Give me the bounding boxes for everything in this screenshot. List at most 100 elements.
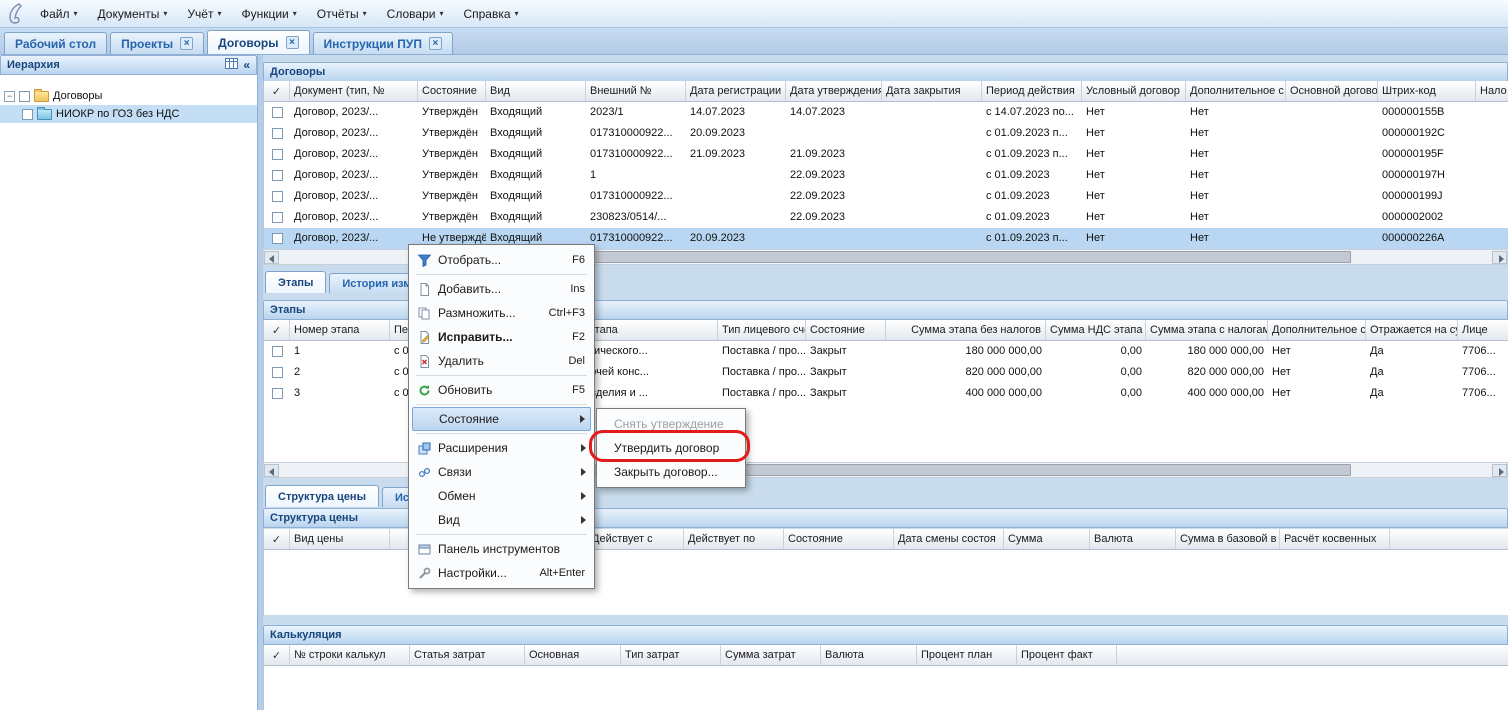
- column-header[interactable]: Дополнительное с: [1268, 320, 1366, 340]
- row-checkbox[interactable]: [272, 367, 283, 378]
- column-header[interactable]: Документ (тип, №: [290, 81, 418, 101]
- column-header[interactable]: Дата закрытия: [882, 81, 982, 101]
- menubar-item[interactable]: Функции▾: [231, 0, 306, 27]
- column-header[interactable]: Сумма этапа без налогов: [886, 320, 1046, 340]
- menubar-item[interactable]: Словари▾: [377, 0, 454, 27]
- column-header[interactable]: Сумма НДС этапа: [1046, 320, 1146, 340]
- table-row[interactable]: Договор, 2023/...УтверждёнВходящий230823…: [264, 207, 1508, 228]
- column-header[interactable]: № строки калькул: [290, 645, 410, 665]
- column-header[interactable]: Сумма в базовой в: [1176, 529, 1280, 549]
- menu-item-filter[interactable]: Отобрать...F6: [412, 248, 591, 272]
- hierarchy-view-icon[interactable]: [225, 58, 238, 72]
- menubar-item[interactable]: Справка▾: [453, 0, 528, 27]
- column-header[interactable]: Номер этапа: [290, 320, 390, 340]
- row-checkbox[interactable]: [272, 128, 283, 139]
- menu-item-toolbar[interactable]: Панель инструментов: [412, 537, 591, 561]
- collapse-panel-icon[interactable]: «: [243, 58, 250, 72]
- row-checkbox[interactable]: [272, 191, 283, 202]
- tab-close-icon[interactable]: ×: [286, 36, 299, 49]
- submenu-item-close-contract[interactable]: Закрыть договор...: [600, 460, 742, 484]
- column-header[interactable]: ✓: [264, 645, 290, 665]
- column-header[interactable]: Дата регистрации: [686, 81, 786, 101]
- submenu-item-approve-contract[interactable]: Утвердить договор: [600, 436, 742, 460]
- tree-checkbox[interactable]: [22, 109, 33, 120]
- tab-stages[interactable]: Этапы: [265, 271, 326, 293]
- column-header[interactable]: Расчёт косвенных: [1280, 529, 1390, 549]
- row-checkbox[interactable]: [272, 388, 283, 399]
- scroll-right-arrow-icon[interactable]: [1492, 464, 1507, 477]
- menu-item-links[interactable]: Связи: [412, 460, 591, 484]
- menubar-item[interactable]: Файл▾: [30, 0, 88, 27]
- menu-item-settings[interactable]: Настройки...Alt+Enter: [412, 561, 591, 585]
- menubar-item[interactable]: Документы▾: [88, 0, 178, 27]
- menu-item-edit[interactable]: Исправить...F2: [412, 325, 591, 349]
- column-header[interactable]: Вид цены: [290, 529, 390, 549]
- column-header[interactable]: ✓: [264, 81, 290, 101]
- row-checkbox[interactable]: [272, 346, 283, 357]
- menubar-item[interactable]: Учёт▾: [177, 0, 231, 27]
- menu-item-refresh[interactable]: ОбновитьF5: [412, 378, 591, 402]
- column-header[interactable]: Период действия: [982, 81, 1082, 101]
- table-row[interactable]: Договор, 2023/...УтверждёнВходящий017310…: [264, 123, 1508, 144]
- tab-close-icon[interactable]: ×: [429, 37, 442, 50]
- scroll-left-arrow-icon[interactable]: [264, 464, 279, 477]
- column-header[interactable]: Внешний №: [586, 81, 686, 101]
- tree-expander-icon[interactable]: −: [4, 91, 15, 102]
- column-header[interactable]: Валюта: [1090, 529, 1176, 549]
- column-header[interactable]: Лице: [1458, 320, 1508, 340]
- table-row[interactable]: Договор, 2023/...УтверждёнВходящий122.09…: [264, 165, 1508, 186]
- menu-item-duplicate[interactable]: Размножить...Ctrl+F3: [412, 301, 591, 325]
- menu-item-add[interactable]: Добавить...Ins: [412, 277, 591, 301]
- tab-desktop[interactable]: Рабочий стол: [4, 32, 107, 54]
- tab-close-icon[interactable]: ×: [180, 37, 193, 50]
- row-checkbox[interactable]: [272, 170, 283, 181]
- column-header[interactable]: Действует по: [684, 529, 784, 549]
- column-header[interactable]: Дата смены состоя: [894, 529, 1004, 549]
- tab-pup-instructions[interactable]: Инструкции ПУП×: [313, 32, 453, 54]
- column-header[interactable]: Условный договор: [1082, 81, 1186, 101]
- tab-projects[interactable]: Проекты×: [110, 32, 204, 54]
- table-row[interactable]: Договор, 2023/...УтверждёнВходящий2023/1…: [264, 102, 1508, 123]
- column-header[interactable]: ✓: [264, 320, 290, 340]
- row-checkbox[interactable]: [272, 233, 283, 244]
- row-checkbox[interactable]: [272, 149, 283, 160]
- column-header[interactable]: Основной договор: [1286, 81, 1378, 101]
- tree-checkbox[interactable]: [19, 91, 30, 102]
- column-header[interactable]: Статья затрат: [410, 645, 525, 665]
- scroll-right-arrow-icon[interactable]: [1492, 251, 1507, 264]
- column-header[interactable]: Основная: [525, 645, 621, 665]
- column-header[interactable]: Состояние: [418, 81, 486, 101]
- column-header[interactable]: Процент план: [917, 645, 1017, 665]
- column-header[interactable]: Штрих-код: [1378, 81, 1476, 101]
- tab-price-structure[interactable]: Структура цены: [265, 485, 379, 507]
- column-header[interactable]: Состояние: [784, 529, 894, 549]
- menu-item-delete[interactable]: УдалитьDel: [412, 349, 591, 373]
- column-header[interactable]: Сумма затрат: [721, 645, 821, 665]
- row-checkbox[interactable]: [272, 107, 283, 118]
- scroll-left-arrow-icon[interactable]: [264, 251, 279, 264]
- menubar-item[interactable]: Отчёты▾: [307, 0, 377, 27]
- table-row[interactable]: Договор, 2023/...УтверждёнВходящий017310…: [264, 144, 1508, 165]
- column-header[interactable]: Валюта: [821, 645, 917, 665]
- table-row[interactable]: Договор, 2023/...УтверждёнВходящий017310…: [264, 186, 1508, 207]
- menu-item-view[interactable]: Вид: [412, 508, 591, 532]
- column-header[interactable]: Отражается на су: [1366, 320, 1458, 340]
- column-header[interactable]: Состояние: [806, 320, 886, 340]
- row-checkbox[interactable]: [272, 212, 283, 223]
- column-header[interactable]: Вид: [486, 81, 586, 101]
- column-header[interactable]: Тип затрат: [621, 645, 721, 665]
- column-header[interactable]: Дополнительное с: [1186, 81, 1286, 101]
- column-header[interactable]: Сумма: [1004, 529, 1090, 549]
- column-header[interactable]: Дата утверждения: [786, 81, 882, 101]
- tree-item[interactable]: −Договоры: [0, 87, 257, 105]
- menu-item-exchange[interactable]: Обмен: [412, 484, 591, 508]
- column-header[interactable]: ✓: [264, 529, 290, 549]
- menu-item-extensions[interactable]: Расширения: [412, 436, 591, 460]
- tab-contracts[interactable]: Договоры×: [207, 30, 309, 54]
- column-header[interactable]: Нало: [1476, 81, 1508, 101]
- column-header[interactable]: Процент факт: [1017, 645, 1117, 665]
- tree-item[interactable]: НИОКР по ГОЗ без НДС: [0, 105, 257, 123]
- menu-item-state[interactable]: Состояние: [412, 407, 591, 431]
- column-header[interactable]: Тип лицевого счёт: [718, 320, 806, 340]
- column-header[interactable]: Сумма этапа с налогами: [1146, 320, 1268, 340]
